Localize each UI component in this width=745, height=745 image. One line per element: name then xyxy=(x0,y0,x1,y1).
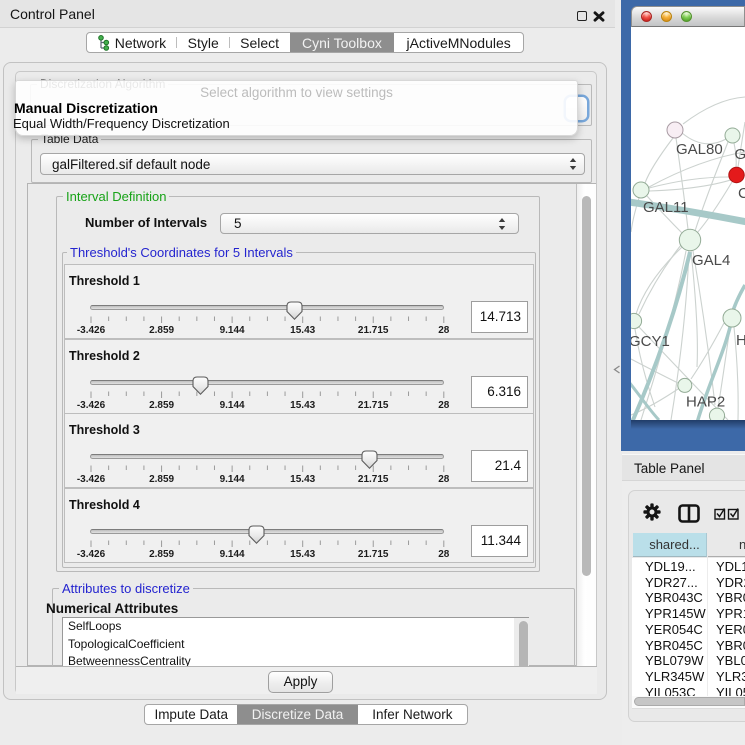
svg-text:GCY1: GCY1 xyxy=(631,333,670,350)
svg-text:GAL11: GAL11 xyxy=(643,199,689,216)
svg-text:HAP2: HAP2 xyxy=(686,394,725,411)
svg-text:H: H xyxy=(736,332,745,349)
svg-text:GAL4: GAL4 xyxy=(692,252,730,269)
svg-text:C: C xyxy=(738,185,745,202)
svg-text:GAL80: GAL80 xyxy=(676,141,723,158)
svg-text:G.: G. xyxy=(735,146,745,163)
